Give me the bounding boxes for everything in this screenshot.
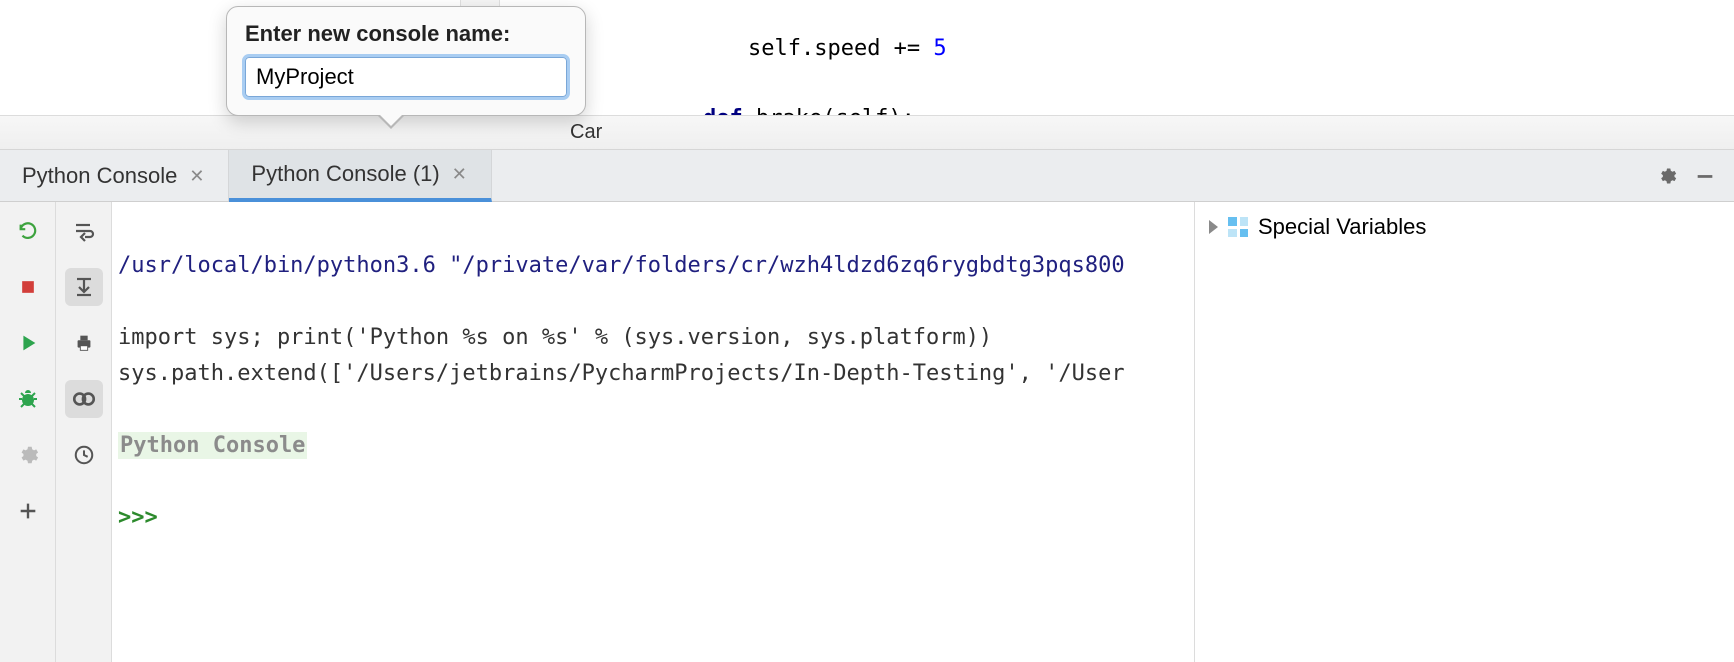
rerun-icon[interactable]: [9, 212, 47, 250]
variables-pane[interactable]: Special Variables: [1194, 202, 1734, 662]
tab-label: Python Console: [22, 163, 177, 189]
tab-label: Python Console (1): [251, 161, 439, 187]
history-icon[interactable]: [65, 436, 103, 474]
softwrap-icon[interactable]: [65, 212, 103, 250]
code-number: 5: [933, 36, 946, 61]
settings-icon[interactable]: [9, 436, 47, 474]
editor-area: self.speed += 5 def brake(self): Car Ent…: [0, 0, 1734, 150]
console-tab-strip: Python Console ✕ Python Console (1) ✕: [0, 150, 1734, 202]
console-left-toolbar-1: [0, 202, 56, 662]
console-prompt[interactable]: >>>: [118, 505, 171, 530]
console-line: sys.path.extend(['/Users/jetbrains/Pycha…: [118, 361, 1125, 386]
rename-console-input[interactable]: [245, 57, 567, 97]
rename-popup-label: Enter new console name:: [245, 21, 567, 47]
close-icon[interactable]: ✕: [187, 165, 206, 187]
show-vars-icon[interactable]: [65, 380, 103, 418]
hide-tool-window-icon[interactable]: [1694, 165, 1716, 187]
python-console-tool-window: /usr/local/bin/python3.6 "/private/var/f…: [0, 202, 1734, 662]
bug-icon[interactable]: [9, 380, 47, 418]
print-icon[interactable]: [65, 324, 103, 362]
tab-python-console[interactable]: Python Console ✕: [0, 150, 229, 201]
console-left-toolbar-2: [56, 202, 112, 662]
rename-console-popup: Enter new console name:: [226, 6, 586, 116]
plus-icon[interactable]: [9, 492, 47, 530]
console-header-highlight: Python Console: [118, 432, 307, 459]
code-text: self.speed +=: [748, 36, 933, 61]
run-icon[interactable]: [9, 324, 47, 362]
variables-root-row[interactable]: Special Variables: [1209, 214, 1720, 240]
expand-triangle-icon[interactable]: [1209, 220, 1218, 234]
breadcrumb[interactable]: Car: [0, 115, 1734, 149]
close-icon[interactable]: ✕: [450, 163, 469, 185]
breadcrumb-item[interactable]: Car: [570, 121, 602, 144]
gear-icon[interactable]: [1656, 165, 1678, 187]
console-line: /usr/local/bin/python3.6 "/private/var/f…: [118, 253, 1125, 278]
stop-icon[interactable]: [9, 268, 47, 306]
scroll-to-end-icon[interactable]: [65, 268, 103, 306]
console-line: import sys; print('Python %s on %s' % (s…: [118, 325, 992, 350]
special-variables-icon: [1228, 217, 1248, 237]
tab-python-console-1[interactable]: Python Console (1) ✕: [229, 150, 491, 202]
tab-strip-right-controls: [1656, 150, 1734, 201]
popup-tail: [377, 115, 405, 129]
variables-root-label: Special Variables: [1258, 214, 1426, 240]
console-output[interactable]: /usr/local/bin/python3.6 "/private/var/f…: [112, 202, 1194, 662]
